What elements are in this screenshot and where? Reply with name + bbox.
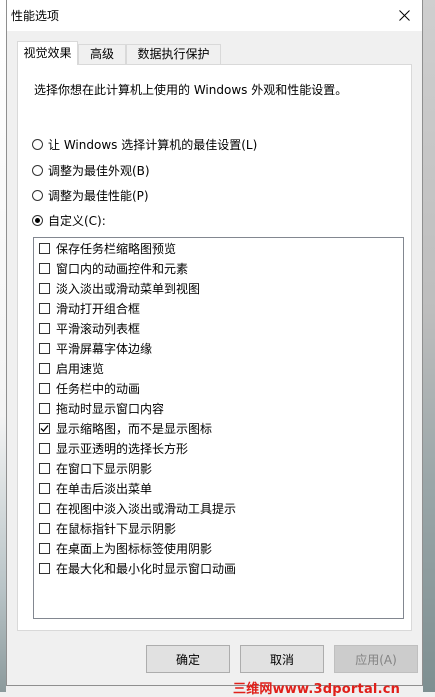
checkbox[interactable] <box>39 522 50 534</box>
intro-text: 选择你想在此计算机上使用的 Windows 外观和性能设置。 <box>34 83 348 97</box>
window-title: 性能选项 <box>11 9 60 23</box>
list-item-label: 淡入淡出或滑动菜单到视图 <box>56 281 201 296</box>
tab-advanced[interactable]: 高级 <box>78 44 126 64</box>
list-item[interactable]: 启用速览 <box>39 359 104 377</box>
checkbox[interactable] <box>39 322 50 334</box>
checkbox[interactable] <box>39 242 50 254</box>
checkbox[interactable] <box>39 362 50 374</box>
list-item-label: 在鼠标指针下显示阴影 <box>56 521 177 536</box>
close-button[interactable] <box>386 0 422 31</box>
radio-button[interactable] <box>32 214 43 226</box>
title-bar: 性能选项 <box>7 0 422 31</box>
effects-list[interactable]: 保存任务栏缩略图预览 窗口内的动画控件和元素 淡入淡出或滑动菜单到视图 滑动打开… <box>33 237 404 619</box>
list-item-label: 显示缩略图，而不是显示图标 <box>56 421 213 436</box>
tab-data-execution-prevention[interactable]: 数据执行保护 <box>126 44 221 64</box>
list-item-label: 在单击后淡出菜单 <box>56 481 153 496</box>
list-item[interactable]: 平滑屏幕字体边缘 <box>39 339 152 357</box>
checkbox[interactable] <box>39 282 50 294</box>
list-item[interactable]: 在单击后淡出菜单 <box>39 479 152 497</box>
list-item[interactable]: 在窗口下显示阴影 <box>39 459 152 477</box>
list-item[interactable]: 在视图中淡入淡出或滑动工具提示 <box>39 499 236 517</box>
list-item-label: 拖动时显示窗口内容 <box>56 401 165 416</box>
list-item-label: 显示亚透明的选择长方形 <box>56 441 189 456</box>
list-item[interactable]: 窗口内的动画控件和元素 <box>39 259 188 277</box>
performance-options-dialog: 性能选项 视觉效果 高级 数据执行保护 选择你想在此计算机上使用的 Window… <box>6 0 423 686</box>
checkbox[interactable] <box>39 402 50 414</box>
list-item-label: 滑动打开组合框 <box>56 301 141 316</box>
list-item-label: 平滑屏幕字体边缘 <box>56 341 153 356</box>
checkbox[interactable] <box>39 422 50 434</box>
visual-effects-panel: 选择你想在此计算机上使用的 Windows 外观和性能设置。 让 Windows… <box>17 64 412 631</box>
checkbox[interactable] <box>39 542 50 554</box>
list-item[interactable]: 在鼠标指针下显示阴影 <box>39 519 176 537</box>
list-item-label: 保存任务栏缩略图预览 <box>56 241 177 256</box>
list-item[interactable]: 在桌面上为图标标签使用阴影 <box>39 539 212 557</box>
list-item-label: 在视图中淡入淡出或滑动工具提示 <box>56 501 237 516</box>
list-item-label: 任务栏中的动画 <box>56 381 141 396</box>
checkbox[interactable] <box>39 382 50 394</box>
checkbox[interactable] <box>39 442 50 454</box>
list-item[interactable]: 滑动打开组合框 <box>39 299 140 317</box>
radio-label: 自定义(C): <box>48 213 106 228</box>
radio-custom[interactable]: 自定义(C): <box>32 211 106 229</box>
cancel-button[interactable]: 取消 <box>240 645 324 673</box>
radio-button[interactable] <box>32 164 43 176</box>
radio-button[interactable] <box>32 138 43 150</box>
checkmark-icon <box>40 424 49 432</box>
list-item[interactable]: 在最大化和最小化时显示窗口动画 <box>39 559 236 577</box>
list-item[interactable]: 显示缩略图，而不是显示图标 <box>39 419 212 437</box>
list-item[interactable]: 淡入淡出或滑动菜单到视图 <box>39 279 200 297</box>
tab-visual-effects[interactable]: 视觉效果 <box>17 41 78 65</box>
apply-button[interactable]: 应用(A) <box>334 645 418 673</box>
list-item[interactable]: 显示亚透明的选择长方形 <box>39 439 188 457</box>
list-item-label: 在桌面上为图标标签使用阴影 <box>56 541 213 556</box>
radio-label: 调整为最佳性能(P) <box>48 188 149 203</box>
radio-button[interactable] <box>32 189 43 201</box>
watermark-text: 三维网www.3dportal.cn <box>233 682 401 697</box>
checkbox[interactable] <box>39 482 50 494</box>
ok-button[interactable]: 确定 <box>146 645 230 673</box>
list-item-label: 平滑滚动列表框 <box>56 321 141 336</box>
radio-label: 让 Windows 选择计算机的最佳设置(L) <box>48 137 258 152</box>
list-item-label: 在最大化和最小化时显示窗口动画 <box>56 561 237 576</box>
checkbox[interactable] <box>39 562 50 574</box>
list-item[interactable]: 平滑滚动列表框 <box>39 319 140 337</box>
radio-best-performance[interactable]: 调整为最佳性能(P) <box>32 186 149 204</box>
list-item[interactable]: 拖动时显示窗口内容 <box>39 399 164 417</box>
checkbox[interactable] <box>39 302 50 314</box>
list-item-label: 窗口内的动画控件和元素 <box>56 261 189 276</box>
radio-label: 调整为最佳外观(B) <box>48 163 150 178</box>
list-item[interactable]: 保存任务栏缩略图预览 <box>39 239 176 257</box>
checkbox[interactable] <box>39 262 50 274</box>
list-item[interactable]: 任务栏中的动画 <box>39 379 140 397</box>
checkbox[interactable] <box>39 342 50 354</box>
checkbox[interactable] <box>39 502 50 514</box>
checkbox[interactable] <box>39 462 50 474</box>
radio-best-appearance[interactable]: 调整为最佳外观(B) <box>32 161 150 179</box>
radio-let-windows-choose[interactable]: 让 Windows 选择计算机的最佳设置(L) <box>32 135 257 153</box>
list-item-label: 在窗口下显示阴影 <box>56 461 153 476</box>
close-icon <box>398 10 410 21</box>
list-item-label: 启用速览 <box>56 361 105 376</box>
background-window-right <box>423 0 435 692</box>
